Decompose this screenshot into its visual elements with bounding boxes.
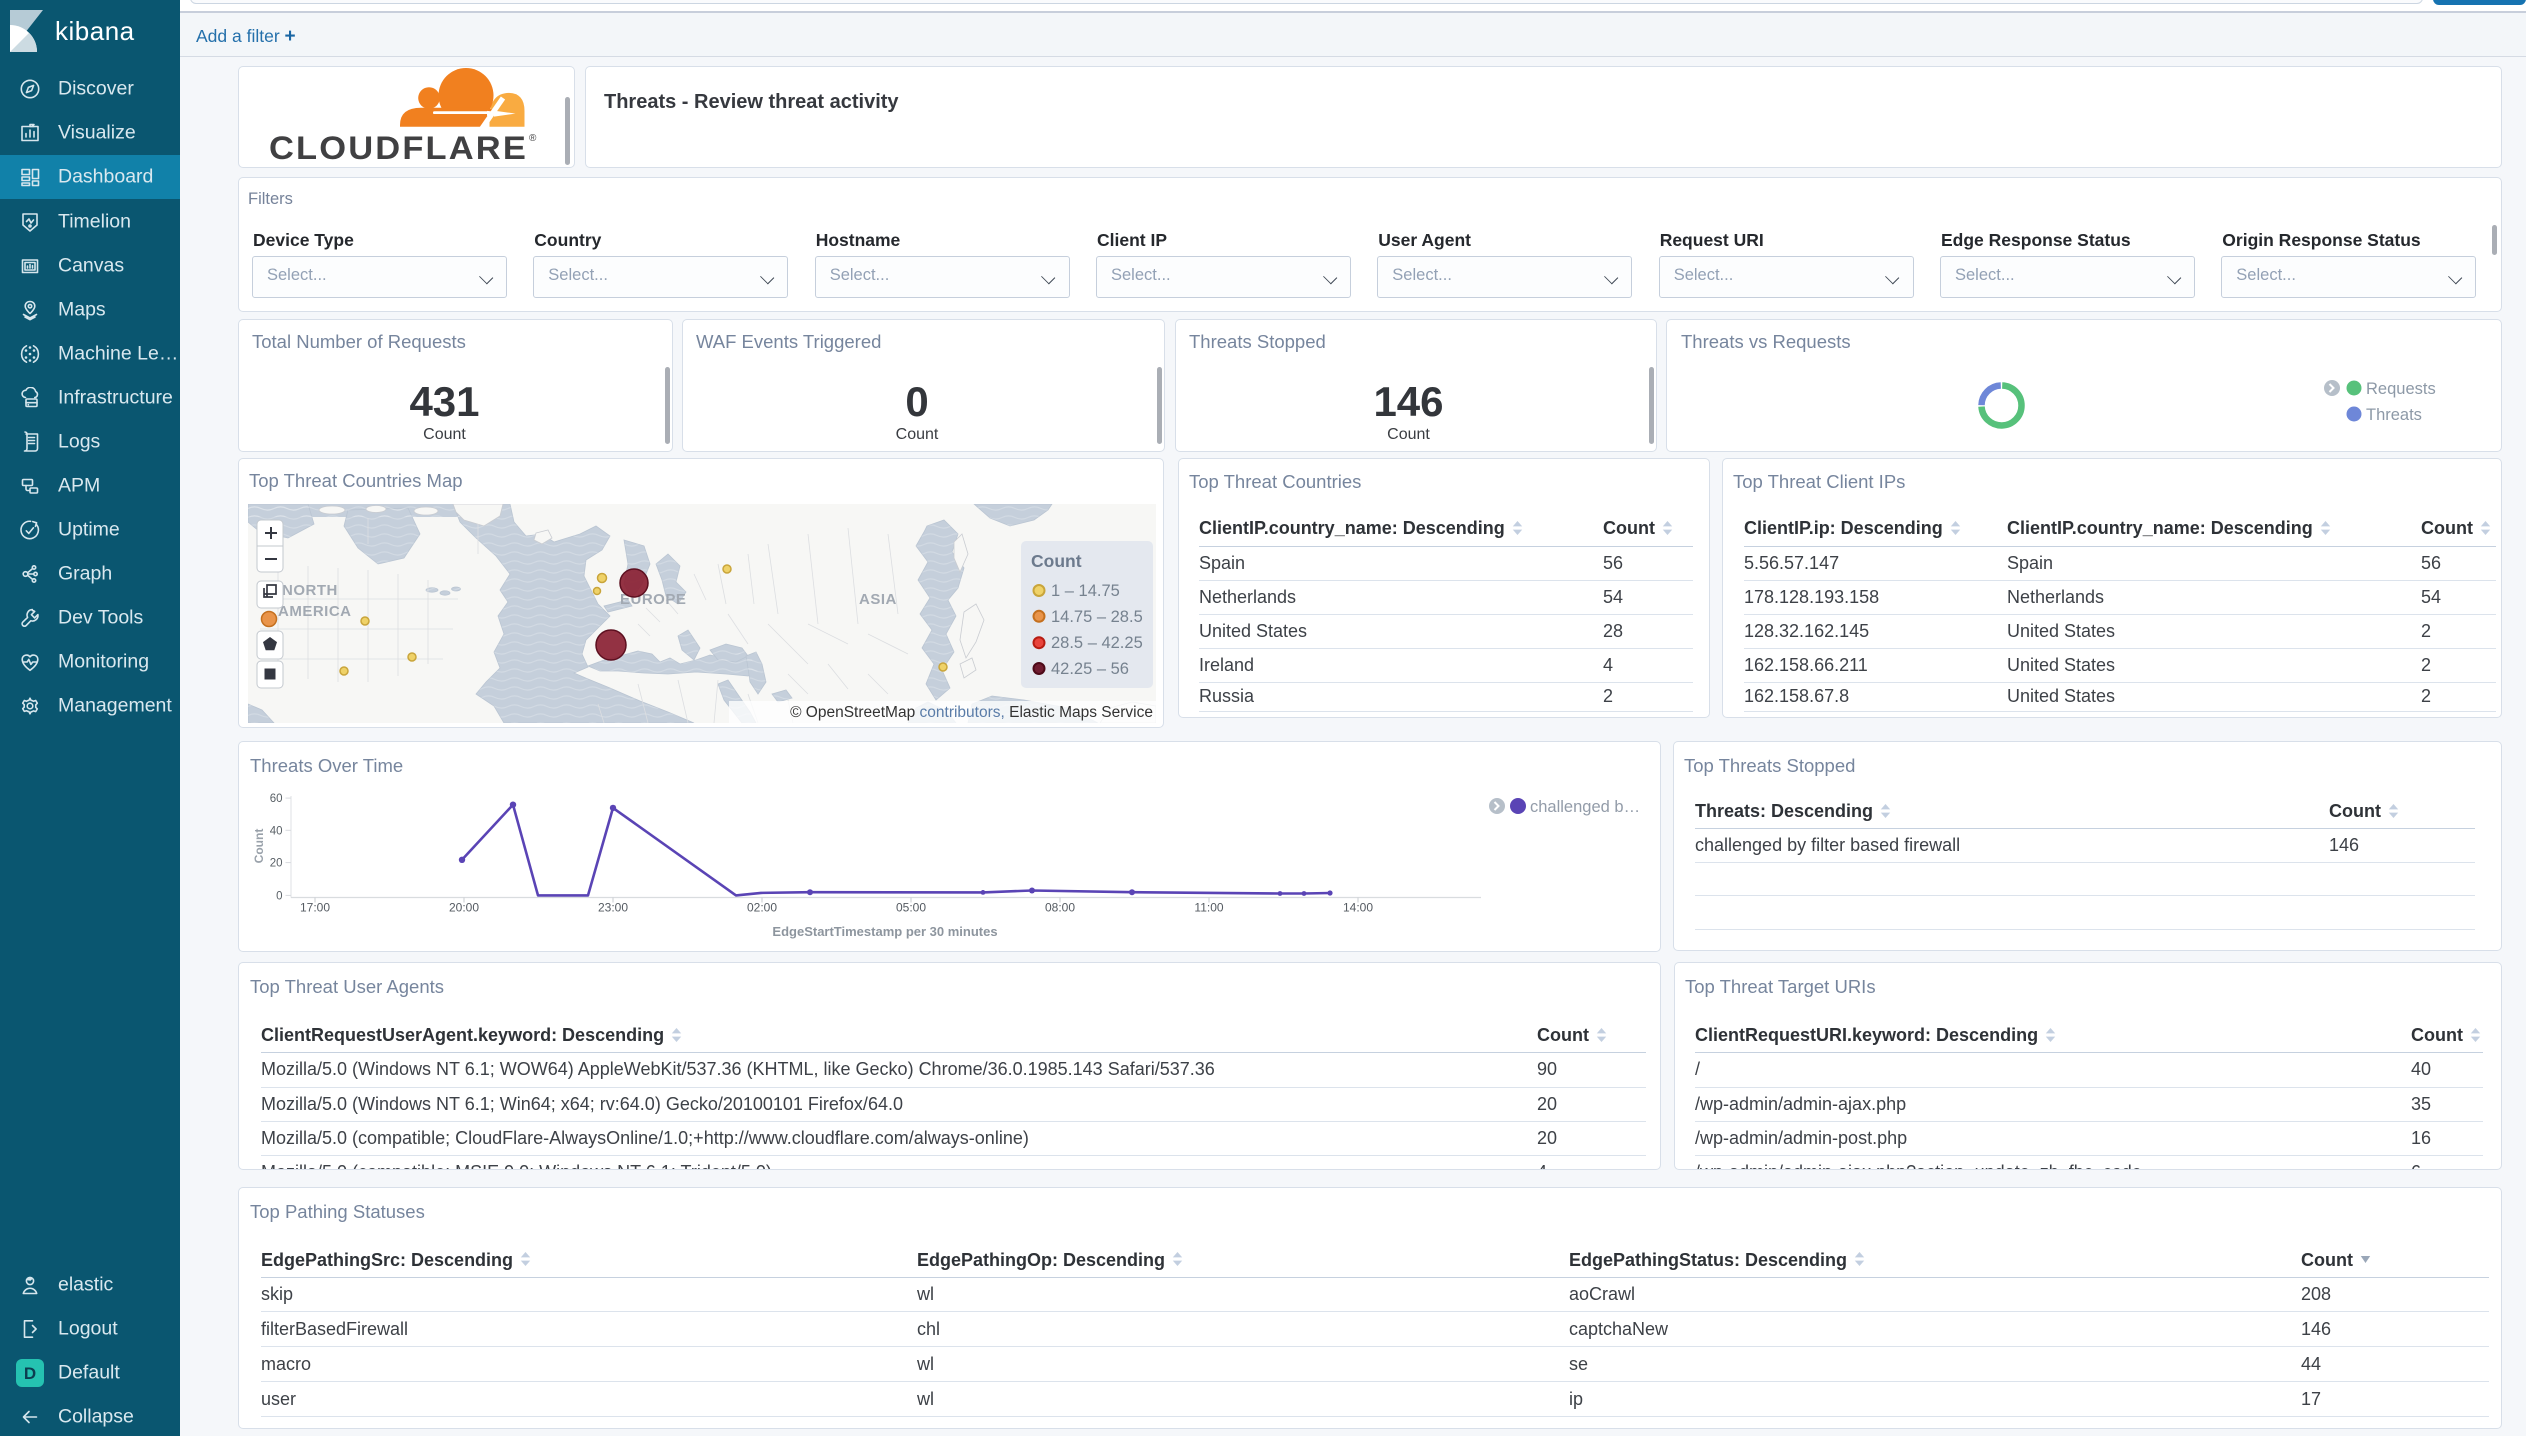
svg-text:AMERICA: AMERICA [278,603,352,620]
svg-text:Count: Count [252,829,266,864]
svg-text:EdgeStartTimestamp per 30 minu: EdgeStartTimestamp per 30 minutes [772,924,997,939]
svg-text:14.75 – 28.5: 14.75 – 28.5 [1051,608,1143,626]
svg-text:20:00: 20:00 [449,901,479,915]
svg-text:Threats: Threats [2366,406,2422,424]
svg-text:1 – 14.75: 1 – 14.75 [1051,582,1120,600]
svg-text:challenged b…: challenged b… [1530,798,1640,816]
svg-text:®: ® [529,133,537,144]
svg-text:02:00: 02:00 [747,901,777,915]
svg-text:ASIA: ASIA [859,591,897,608]
svg-text:D: D [24,1364,36,1383]
svg-text:23:00: 23:00 [598,901,628,915]
svg-text:17:00: 17:00 [300,901,330,915]
svg-text:28.5 – 42.25: 28.5 – 42.25 [1051,634,1143,652]
svg-text:CLOUDFLARE: CLOUDFLARE [269,130,528,166]
svg-text:© OpenStreetMap contributors,: © OpenStreetMap contributors, Elastic Ma… [790,704,1153,721]
svg-text:08:00: 08:00 [1045,901,1075,915]
svg-text:42.25 – 56: 42.25 – 56 [1051,660,1129,678]
svg-text:Count: Count [1031,551,1082,571]
svg-text:40: 40 [270,825,283,837]
svg-text:NORTH: NORTH [282,582,338,599]
svg-text:11:00: 11:00 [1194,901,1223,915]
svg-text:20: 20 [270,858,283,870]
svg-text:05:00: 05:00 [896,901,926,915]
svg-text:0: 0 [276,890,282,902]
svg-text:14:00: 14:00 [1343,901,1373,915]
svg-text:Requests: Requests [2366,380,2436,398]
svg-text:60: 60 [270,793,283,805]
